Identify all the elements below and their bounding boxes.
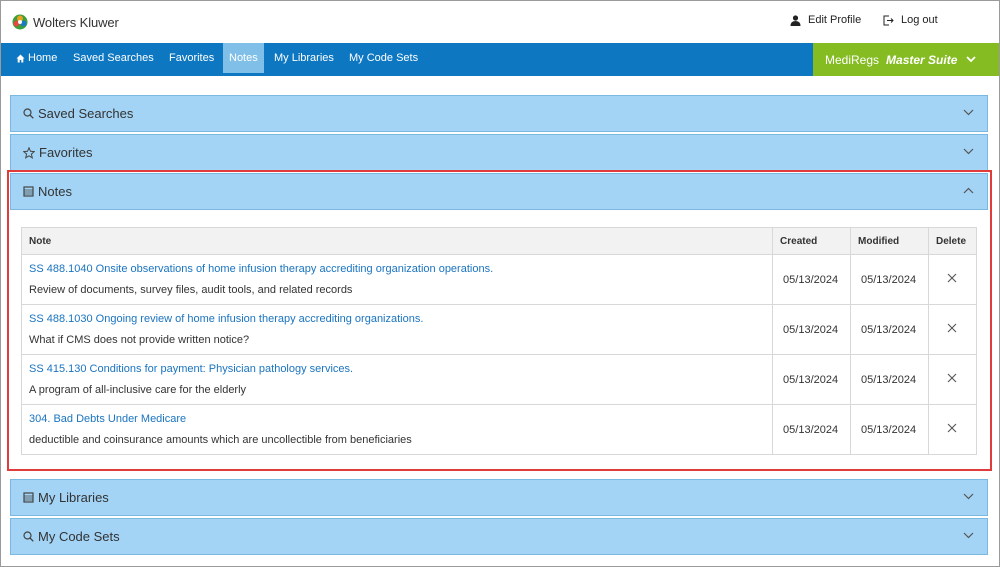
table-row: 304. Bad Debts Under Medicare deductible…	[20, 404, 978, 455]
modified-date: 05/13/2024	[850, 354, 929, 405]
table-row: SS 415.130 Conditions for payment: Physi…	[20, 354, 978, 405]
panel-saved-searches[interactable]: Saved Searches	[10, 95, 988, 132]
panel-title: My Code Sets	[38, 529, 120, 544]
note-cell: SS 488.1030 Ongoing review of home infus…	[20, 304, 774, 355]
column-header-delete: Delete	[927, 227, 978, 255]
column-header-created[interactable]: Created	[772, 227, 852, 255]
nav-item-my-code-sets[interactable]: My Code Sets	[343, 43, 424, 73]
created-date: 05/13/2024	[772, 354, 852, 405]
table-header-row: Note Created Modified Delete	[20, 227, 978, 255]
edit-profile-link[interactable]: Edit Profile	[790, 14, 861, 26]
chevron-down-icon[interactable]	[963, 148, 974, 155]
user-icon	[790, 14, 801, 26]
library-icon	[23, 492, 34, 503]
column-header-modified[interactable]: Modified	[850, 227, 929, 255]
note-title-link[interactable]: 304. Bad Debts Under Medicare	[29, 413, 772, 425]
log-out-label: Log out	[901, 14, 938, 26]
modified-date: 05/13/2024	[850, 404, 929, 455]
brand-logo[interactable]: Wolters Kluwer	[12, 14, 119, 30]
close-icon	[948, 323, 957, 333]
delete-cell	[927, 354, 978, 405]
delete-cell	[927, 254, 978, 305]
created-date: 05/13/2024	[772, 404, 852, 455]
delete-button[interactable]	[947, 323, 957, 333]
delete-button[interactable]	[947, 373, 957, 383]
note-description: Review of documents, survey files, audit…	[29, 284, 353, 296]
panel-favorites[interactable]: Favorites	[10, 134, 988, 171]
log-out-link[interactable]: Log out	[883, 14, 938, 26]
search-icon	[23, 108, 34, 119]
brand-name: Wolters Kluwer	[33, 14, 119, 30]
chevron-down-icon[interactable]	[963, 109, 974, 116]
close-icon	[948, 273, 957, 283]
created-date: 05/13/2024	[772, 304, 852, 355]
modified-date: 05/13/2024	[850, 304, 929, 355]
search-icon	[23, 531, 34, 542]
nav-item-my-libraries[interactable]: My Libraries	[268, 43, 340, 73]
note-title-link[interactable]: SS 415.130 Conditions for payment: Physi…	[29, 363, 772, 375]
suite-edition: Master Suite	[886, 52, 958, 67]
nav-home-label: Home	[28, 52, 58, 64]
column-header-note[interactable]: Note	[20, 227, 774, 255]
note-description: A program of all-inclusive care for the …	[29, 384, 247, 396]
wolters-kluwer-logo-icon	[12, 14, 28, 30]
panel-my-libraries[interactable]: My Libraries	[10, 479, 988, 516]
panel-title: Saved Searches	[38, 106, 134, 121]
suite-brand: MediRegs	[825, 52, 880, 67]
main-nav: Home Saved Searches Favorites Notes My L…	[1, 43, 999, 76]
home-icon	[16, 54, 25, 62]
chevron-down-icon[interactable]	[963, 493, 974, 500]
panel-title: My Libraries	[38, 490, 109, 505]
top-header: Wolters Kluwer Edit Profile Log out	[1, 1, 999, 43]
close-icon	[948, 423, 957, 433]
close-icon	[948, 373, 957, 383]
note-title-link[interactable]: SS 488.1040 Onsite observations of home …	[29, 263, 772, 275]
panel-title: Notes	[38, 184, 72, 199]
table-row: SS 488.1040 Onsite observations of home …	[20, 254, 978, 305]
panel-my-code-sets[interactable]: My Code Sets	[10, 518, 988, 555]
nav-item-notes[interactable]: Notes	[223, 43, 264, 73]
panel-title: Favorites	[39, 145, 93, 160]
nav-item-saved-searches[interactable]: Saved Searches	[67, 43, 160, 73]
note-description: What if CMS does not provide written not…	[29, 334, 250, 346]
nav-item-favorites[interactable]: Favorites	[163, 43, 220, 73]
note-cell: SS 415.130 Conditions for payment: Physi…	[20, 354, 774, 405]
delete-cell	[927, 304, 978, 355]
note-title-link[interactable]: SS 488.1030 Ongoing review of home infus…	[29, 313, 772, 325]
panel-notes[interactable]: Notes	[10, 173, 988, 210]
note-description: deductible and coinsurance amounts which…	[29, 434, 412, 446]
note-icon	[23, 186, 34, 197]
edit-profile-label: Edit Profile	[808, 14, 862, 26]
delete-cell	[927, 404, 978, 455]
modified-date: 05/13/2024	[850, 254, 929, 305]
logout-icon	[883, 15, 894, 25]
table-row: SS 488.1030 Ongoing review of home infus…	[20, 304, 978, 355]
created-date: 05/13/2024	[772, 254, 852, 305]
chevron-down-icon[interactable]	[963, 532, 974, 539]
chevron-up-icon[interactable]	[963, 187, 974, 194]
chevron-down-icon	[966, 56, 977, 63]
suite-selector[interactable]: MediRegs Master Suite	[813, 43, 999, 76]
notes-table: Note Created Modified Delete SS 488.1040…	[20, 227, 978, 455]
note-cell: SS 488.1040 Onsite observations of home …	[20, 254, 774, 305]
delete-button[interactable]	[947, 273, 957, 283]
note-cell: 304. Bad Debts Under Medicare deductible…	[20, 404, 774, 455]
nav-item-home[interactable]: Home	[10, 43, 63, 73]
star-icon	[23, 146, 35, 159]
delete-button[interactable]	[947, 423, 957, 433]
